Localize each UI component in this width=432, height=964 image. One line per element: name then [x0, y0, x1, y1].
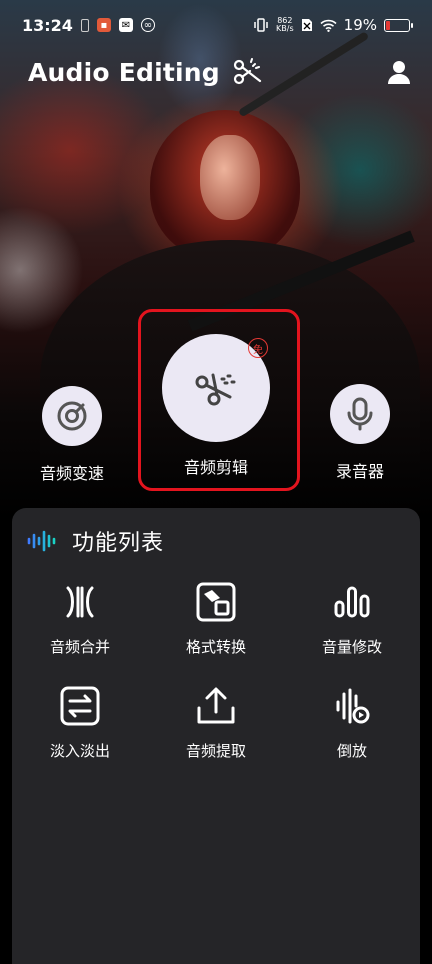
audio-merge-label: 音频合并	[49, 638, 110, 656]
battery-icon	[384, 18, 413, 32]
status-bar: 13:24 ▪ ✉ ∞ 862 KB/s 19%	[0, 0, 432, 50]
waveform-icon	[27, 530, 56, 552]
fade-arrows-icon	[60, 686, 100, 726]
battery-level-fill	[386, 20, 390, 30]
app-header: Audio Editing	[28, 50, 413, 94]
reverse-label: 倒放	[336, 742, 367, 760]
network-speed: 862 KB/s	[276, 17, 294, 33]
microphone-icon	[347, 397, 373, 431]
audio-cut-button[interactable]: 免 音频剪辑	[148, 334, 284, 478]
app-title: Audio Editing	[28, 57, 220, 87]
audio-speed-button[interactable]: 音频变速	[30, 386, 114, 484]
free-badge: 免	[248, 338, 268, 358]
wifi-icon	[320, 19, 337, 32]
audio-extract-item[interactable]: 音频提取	[148, 684, 284, 784]
fade-in-out-item[interactable]: 淡入淡出	[12, 684, 148, 784]
reverse-play-icon	[336, 688, 370, 724]
audio-speed-circle[interactable]	[42, 386, 102, 446]
volume-bars-icon	[334, 586, 370, 618]
function-list-header: 功能列表	[12, 508, 420, 558]
battery-saver-icon	[80, 18, 89, 32]
status-right: 862 KB/s 19%	[253, 16, 413, 34]
reverse-item[interactable]: 倒放	[284, 684, 420, 784]
speed-dial-icon	[57, 401, 87, 431]
audio-cut-circle[interactable]: 免	[162, 334, 270, 442]
audio-speed-label: 音频变速	[39, 464, 104, 483]
news-app-notification-icon: ▪	[96, 18, 111, 32]
mail-notification-icon: ✉	[118, 18, 133, 32]
recorder-label: 录音器	[335, 462, 384, 481]
recorder-circle[interactable]	[330, 384, 390, 444]
volume-adjust-label: 音量修改	[321, 638, 382, 656]
format-convert-item[interactable]: 格式转换	[148, 580, 284, 680]
profile-button[interactable]	[385, 58, 413, 86]
audio-merge-item[interactable]: 音频合并	[12, 580, 148, 680]
status-left: 13:24 ▪ ✉ ∞	[22, 16, 155, 35]
audio-cut-label: 音频剪辑	[183, 458, 248, 477]
hero-performer-face	[200, 135, 260, 220]
upload-icon	[197, 687, 235, 724]
function-list-panel: 功能列表 音频合并 格式转换 音量修改 淡入淡出 音频提取 倒放	[12, 508, 420, 964]
volume-adjust-item[interactable]: 音量修改	[284, 580, 420, 680]
network-speed-unit: KB/s	[276, 24, 294, 33]
audio-extract-label: 音频提取	[185, 742, 246, 760]
scissors-icon	[233, 58, 261, 85]
recorder-button[interactable]: 录音器	[318, 384, 402, 482]
fade-in-out-label: 淡入淡出	[49, 742, 110, 760]
link-notification-icon: ∞	[140, 18, 155, 32]
no-sim-icon	[301, 19, 312, 31]
scissors-icon	[195, 373, 236, 406]
format-convert-label: 格式转换	[185, 638, 246, 656]
vibrate-icon	[254, 18, 268, 32]
status-time: 13:24	[22, 15, 73, 35]
function-list-title: 功能列表	[72, 531, 165, 556]
battery-percent: 19%	[343, 16, 377, 34]
format-convert-icon	[196, 582, 236, 622]
merge-icon	[66, 586, 94, 618]
